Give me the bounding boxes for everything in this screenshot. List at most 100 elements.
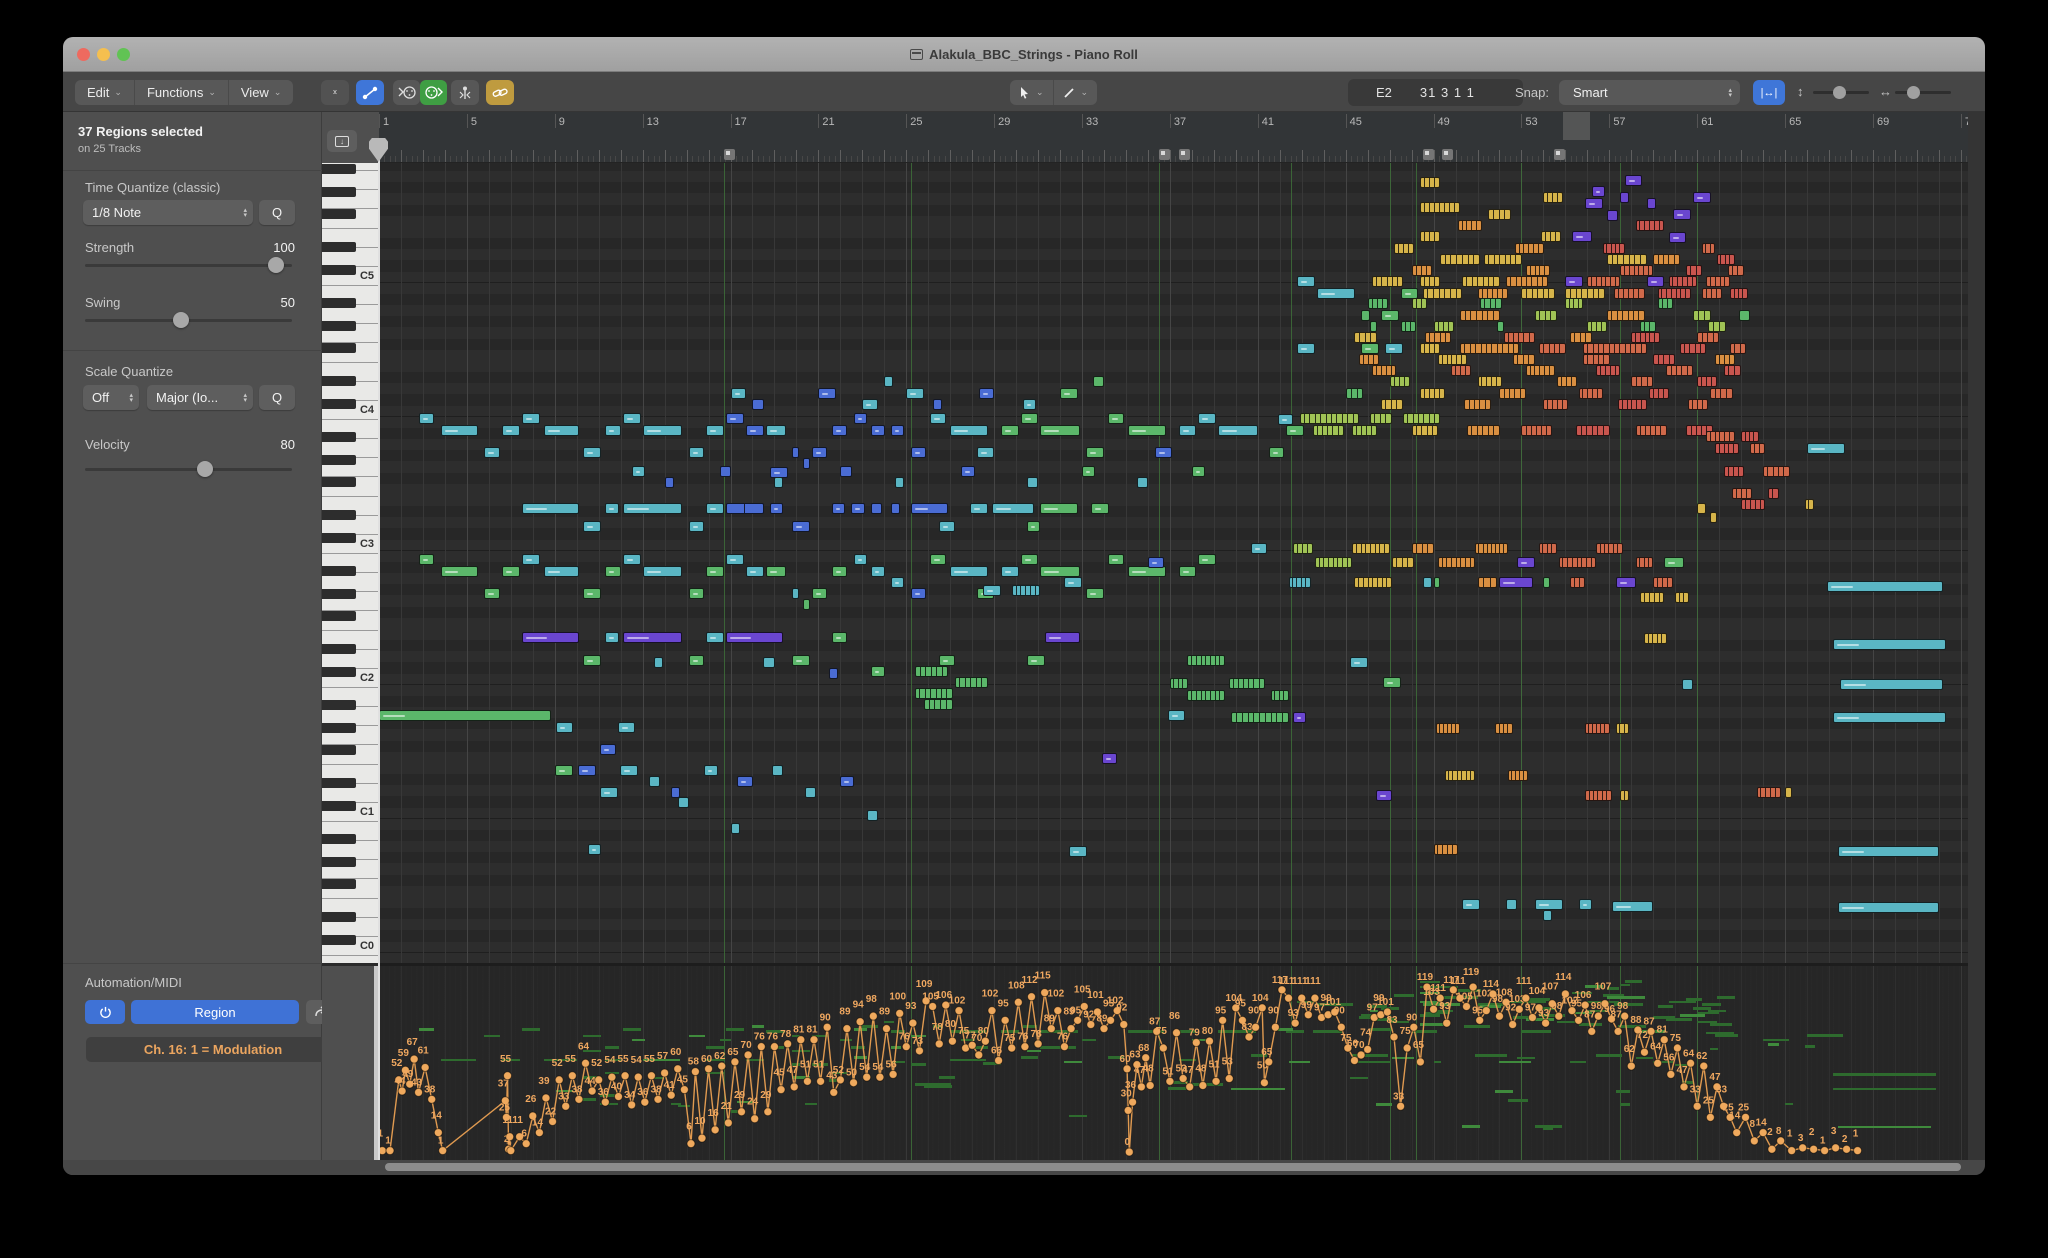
note-segment[interactable] [1436, 203, 1440, 212]
titlebar[interactable]: Alakula_BBC_Strings - Piano Roll [63, 37, 1985, 72]
automation-lane[interactable]: 1152445949674361381413725552111116261439… [379, 966, 1968, 1160]
note-segment[interactable] [1285, 691, 1287, 700]
piano-key-black[interactable] [322, 298, 356, 308]
midi-note[interactable] [1805, 499, 1814, 510]
note-segment[interactable] [961, 678, 966, 687]
automation-point[interactable] [1621, 1012, 1629, 1020]
note-segment[interactable] [1321, 558, 1325, 567]
midi-note[interactable] [1478, 376, 1502, 387]
midi-note[interactable] [854, 554, 867, 565]
note-segment[interactable] [1495, 311, 1499, 320]
note-segment[interactable] [1235, 679, 1239, 688]
midi-note[interactable] [763, 657, 774, 668]
note-segment[interactable] [1255, 679, 1259, 688]
note-segment[interactable] [1217, 691, 1221, 700]
note-segment[interactable] [1549, 193, 1553, 202]
note-segment[interactable] [1495, 426, 1499, 435]
note-segment[interactable] [1731, 255, 1733, 264]
note-segment[interactable] [1698, 266, 1701, 275]
note-segment[interactable] [1468, 426, 1473, 435]
note-segment[interactable] [1523, 277, 1527, 286]
midi-note[interactable] [1475, 543, 1508, 554]
automation-point[interactable] [1047, 1025, 1055, 1033]
note-segment[interactable] [1656, 333, 1659, 342]
midi-note[interactable] [924, 699, 953, 710]
note-segment[interactable] [1676, 593, 1679, 602]
note-segment[interactable] [983, 678, 987, 687]
midi-note[interactable] [706, 503, 724, 514]
note-segment[interactable] [1550, 289, 1554, 298]
note-segment[interactable] [1452, 289, 1457, 298]
note-segment[interactable] [1501, 724, 1504, 733]
note-segment[interactable] [1598, 724, 1601, 733]
midi-note[interactable] [746, 566, 764, 577]
midi-note[interactable] [1693, 310, 1711, 321]
note-segment[interactable] [1612, 366, 1616, 375]
note-segment[interactable] [1485, 277, 1489, 286]
midi-note[interactable] [1636, 425, 1667, 436]
note-segment[interactable] [1566, 299, 1569, 308]
note-segment[interactable] [746, 504, 763, 513]
note-segment[interactable] [922, 667, 927, 676]
note-segment[interactable] [1393, 558, 1398, 567]
midi-note[interactable] [792, 588, 799, 599]
automation-point[interactable] [1654, 1059, 1662, 1067]
midi-note[interactable] [1368, 298, 1388, 309]
note-segment[interactable] [1549, 400, 1553, 409]
midi-note[interactable] [1565, 298, 1583, 309]
note-segment[interactable] [932, 689, 936, 698]
note-segment[interactable] [1363, 426, 1367, 435]
note-segment[interactable] [1476, 400, 1480, 409]
note-segment[interactable] [1731, 432, 1734, 441]
collapse-button[interactable]: ⌄⌃ [321, 80, 349, 105]
note-segment[interactable] [1493, 377, 1497, 386]
note-segment[interactable] [1559, 400, 1563, 409]
note-segment[interactable] [1588, 277, 1592, 286]
midi-note[interactable] [1596, 543, 1623, 554]
note-segment[interactable] [1309, 544, 1312, 553]
note-segment[interactable] [1569, 558, 1573, 567]
midi-note[interactable] [862, 399, 878, 410]
midi-note[interactable] [1715, 354, 1735, 365]
midi-note[interactable] [1460, 310, 1500, 321]
automation-point[interactable] [724, 1119, 732, 1127]
note-segment[interactable] [1384, 578, 1388, 587]
note-segment[interactable] [1450, 322, 1453, 331]
note-segment[interactable] [1647, 333, 1651, 342]
automation-point[interactable] [654, 1095, 662, 1103]
note-segment[interactable] [1588, 426, 1593, 435]
note-segment[interactable] [1404, 414, 1408, 423]
note-segment[interactable] [948, 689, 951, 698]
midi-note[interactable] [871, 425, 884, 436]
note-segment[interactable] [927, 689, 931, 698]
note-segment[interactable] [1489, 289, 1493, 298]
midi-note[interactable] [812, 447, 828, 458]
note-segment[interactable] [1703, 289, 1707, 298]
note-segment[interactable] [1317, 414, 1321, 423]
note-segment[interactable] [1330, 558, 1334, 567]
automation-point[interactable] [1350, 1057, 1358, 1065]
note-segment[interactable] [1751, 432, 1754, 441]
piano-key-black[interactable] [322, 778, 356, 788]
note-segment[interactable] [1534, 289, 1539, 298]
automation-point[interactable] [929, 1002, 937, 1010]
note-segment[interactable] [1700, 311, 1705, 320]
note-segment[interactable] [1515, 344, 1518, 353]
pencil-tool-button[interactable]: ⌄ [1054, 80, 1098, 105]
note-segment[interactable] [1478, 311, 1483, 320]
midi-note[interactable] [1715, 443, 1739, 454]
note-segment[interactable] [1656, 593, 1660, 602]
note-segment[interactable] [1643, 400, 1646, 409]
note-segment[interactable] [1712, 432, 1716, 441]
note-segment[interactable] [1637, 426, 1641, 435]
automation-point[interactable] [1245, 1033, 1253, 1041]
midi-note[interactable] [1352, 425, 1376, 436]
note-segment[interactable] [1383, 277, 1387, 286]
midi-note[interactable] [770, 503, 783, 514]
midi-note[interactable] [772, 765, 783, 776]
note-segment[interactable] [1238, 713, 1243, 722]
midi-note[interactable] [556, 722, 573, 733]
midi-note[interactable] [522, 503, 579, 514]
note-segment[interactable] [1583, 289, 1588, 298]
note-segment[interactable] [1349, 558, 1352, 567]
